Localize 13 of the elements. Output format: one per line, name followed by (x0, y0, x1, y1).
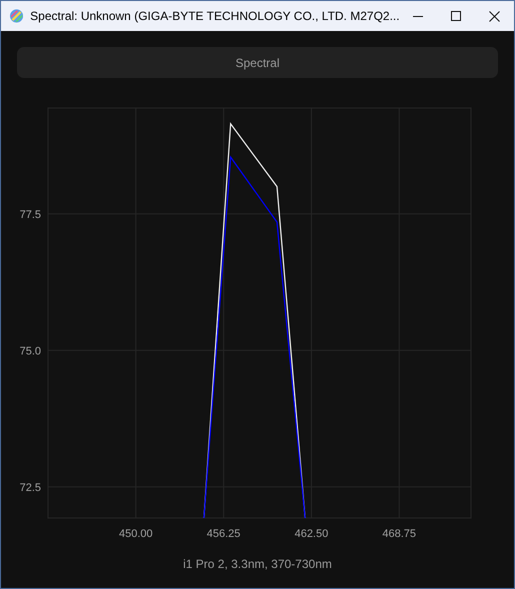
device-caption: i1 Pro 2, 3.3nm, 370-730nm (183, 556, 332, 573)
x-tick-label: 450.00 (118, 528, 153, 540)
y-tick-label: 77.5 (20, 208, 41, 221)
x-tick-label: 468.75 (382, 528, 416, 540)
app-logo-icon (10, 8, 24, 24)
x-tick-label: 456.25 (206, 528, 240, 540)
y-tick-label: 75.0 (20, 345, 41, 358)
close-icon (488, 10, 500, 22)
x-tick-label: 462.50 (294, 528, 328, 540)
maximize-icon (451, 11, 462, 21)
y-tick-label: 72.5 (20, 482, 41, 494)
window-title: Spectral: Unknown (GIGA-BYTE TECHNOLOGY CO., LTD. M27Q2... (30, 8, 400, 25)
mode-button[interactable]: Spectral (17, 47, 498, 78)
